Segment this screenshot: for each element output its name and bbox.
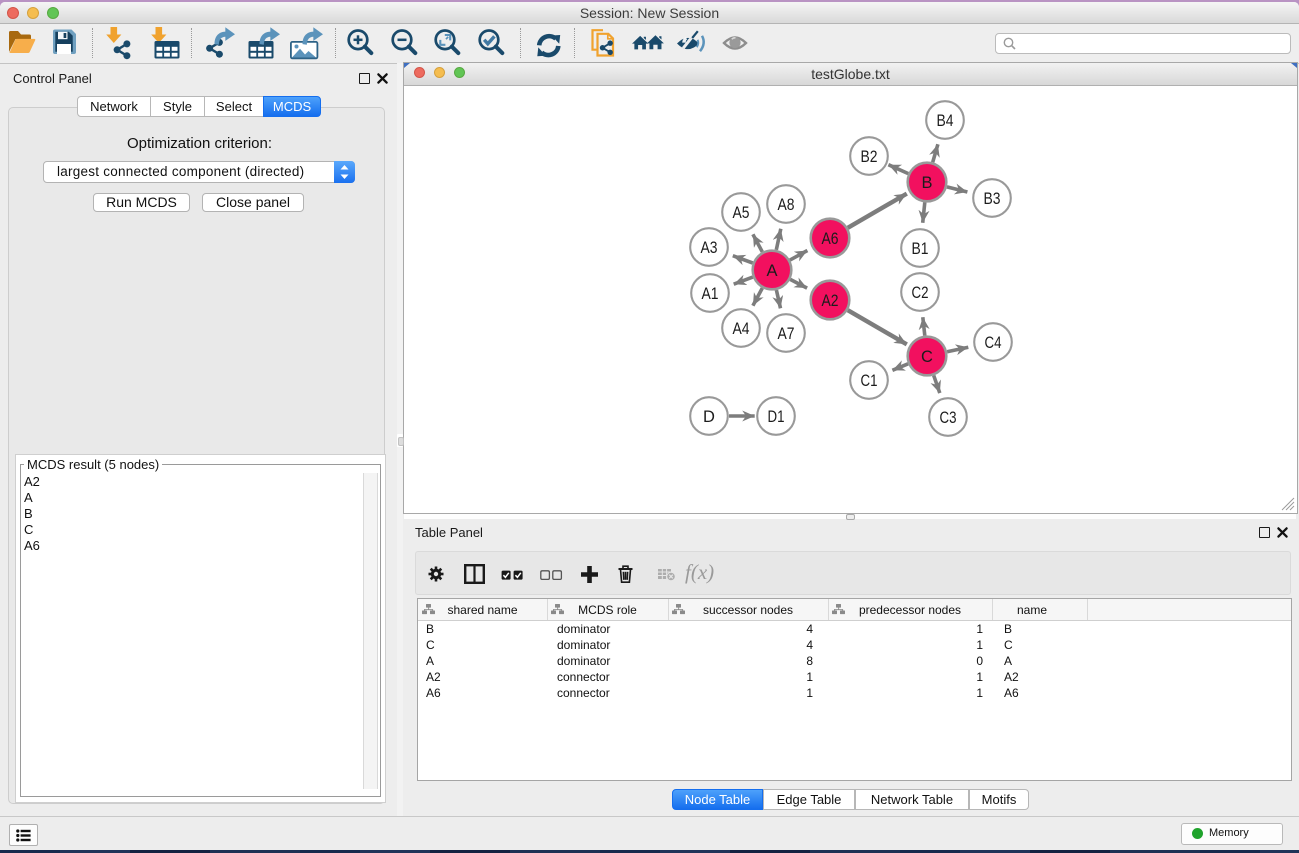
svg-text:C2: C2 (912, 284, 929, 302)
svg-text:A1: A1 (702, 285, 719, 303)
svg-text:B3: B3 (984, 190, 1001, 208)
svg-text:A5: A5 (733, 204, 750, 222)
svg-text:A: A (766, 262, 777, 280)
svg-text:A7: A7 (778, 325, 795, 343)
svg-text:C3: C3 (940, 409, 957, 427)
svg-text:C1: C1 (861, 372, 878, 390)
svg-text:C4: C4 (985, 334, 1002, 352)
svg-text:A3: A3 (701, 239, 718, 257)
svg-text:B: B (921, 174, 932, 192)
svg-text:B4: B4 (937, 112, 954, 130)
svg-text:B1: B1 (912, 240, 929, 258)
svg-text:A4: A4 (733, 320, 750, 338)
svg-text:B2: B2 (861, 148, 878, 166)
svg-text:A6: A6 (822, 230, 839, 248)
svg-text:D1: D1 (768, 408, 785, 426)
svg-text:A2: A2 (822, 292, 839, 310)
svg-text:A8: A8 (778, 196, 795, 214)
svg-text:C: C (921, 348, 933, 366)
svg-text:D: D (703, 408, 715, 426)
